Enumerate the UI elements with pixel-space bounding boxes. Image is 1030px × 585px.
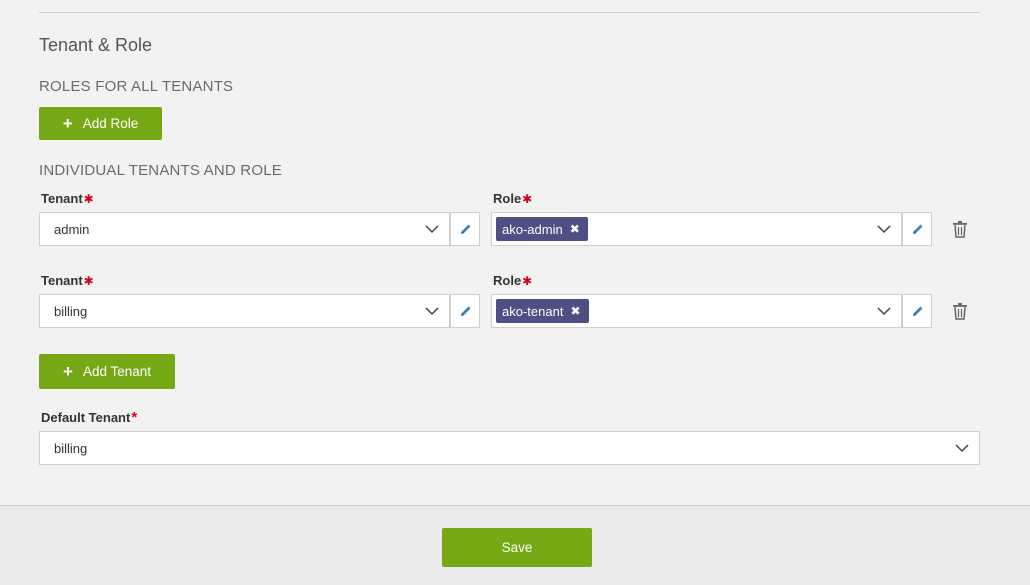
- add-role-button[interactable]: + Add Role: [39, 107, 162, 140]
- edit-role-button[interactable]: [902, 212, 932, 246]
- default-tenant-label: Default Tenant*: [41, 409, 137, 426]
- default-tenant-select[interactable]: billing: [39, 431, 980, 465]
- edit-role-button[interactable]: [902, 294, 932, 328]
- tenant-role-form: Tenant & Role ROLES FOR ALL TENANTS + Ad…: [0, 0, 1030, 585]
- edit-tenant-button[interactable]: [450, 294, 480, 328]
- edit-tenant-button[interactable]: [450, 212, 480, 246]
- tenant-label-text: Tenant: [41, 191, 83, 206]
- trash-icon[interactable]: [950, 219, 970, 239]
- required-mark: ✱: [522, 192, 533, 206]
- individual-heading: INDIVIDUAL TENANTS AND ROLE: [39, 162, 282, 179]
- add-tenant-button[interactable]: + Add Tenant: [39, 354, 175, 389]
- role-tag-label: ako-tenant: [502, 303, 564, 319]
- role-label: Role✱: [493, 191, 532, 206]
- required-mark: ✱: [522, 274, 533, 288]
- required-mark: *: [131, 409, 138, 426]
- role-tag-label: ako-admin: [502, 221, 563, 237]
- pencil-icon: [460, 306, 470, 316]
- plus-icon: +: [63, 362, 73, 381]
- footer-bar: Save: [0, 506, 1030, 585]
- chevron-down-icon: [945, 443, 979, 453]
- role-tag: ako-tenant ✖: [496, 299, 589, 323]
- remove-tag-icon[interactable]: ✖: [570, 304, 580, 318]
- tenant-label: Tenant✱: [41, 191, 94, 206]
- chevron-down-icon: [415, 224, 449, 234]
- default-tenant-label-text: Default Tenant: [41, 410, 131, 425]
- chevron-down-icon: [867, 224, 901, 234]
- add-tenant-label: Add Tenant: [82, 364, 151, 379]
- chevron-down-icon: [415, 306, 449, 316]
- required-mark: ✱: [83, 192, 94, 206]
- role-select[interactable]: ako-tenant ✖: [491, 294, 902, 328]
- tenant-select[interactable]: billing: [39, 294, 450, 328]
- tenant-label: Tenant✱: [41, 273, 94, 288]
- tenant-select[interactable]: admin: [39, 212, 450, 246]
- save-button[interactable]: Save: [442, 528, 592, 567]
- tenant-label-text: Tenant: [41, 273, 83, 288]
- role-tag: ako-admin ✖: [496, 217, 588, 241]
- add-role-label: Add Role: [82, 116, 139, 131]
- roles-all-heading: ROLES FOR ALL TENANTS: [39, 78, 234, 95]
- tenant-select-value: billing: [54, 303, 88, 319]
- role-select[interactable]: ako-admin ✖: [491, 212, 902, 246]
- role-label-text: Role: [493, 191, 522, 206]
- chevron-down-icon: [867, 306, 901, 316]
- plus-icon: +: [62, 114, 73, 133]
- role-label-text: Role: [493, 273, 522, 288]
- trash-icon[interactable]: [950, 301, 970, 321]
- role-label: Role✱: [493, 273, 532, 288]
- pencil-icon: [912, 224, 922, 234]
- top-divider: [39, 12, 980, 13]
- required-mark: ✱: [83, 274, 94, 288]
- pencil-icon: [460, 224, 470, 234]
- default-tenant-value: billing: [54, 440, 88, 456]
- section-title: Tenant & Role: [39, 35, 153, 55]
- remove-tag-icon[interactable]: ✖: [570, 222, 580, 236]
- tenant-select-value: admin: [54, 221, 90, 237]
- pencil-icon: [912, 306, 922, 316]
